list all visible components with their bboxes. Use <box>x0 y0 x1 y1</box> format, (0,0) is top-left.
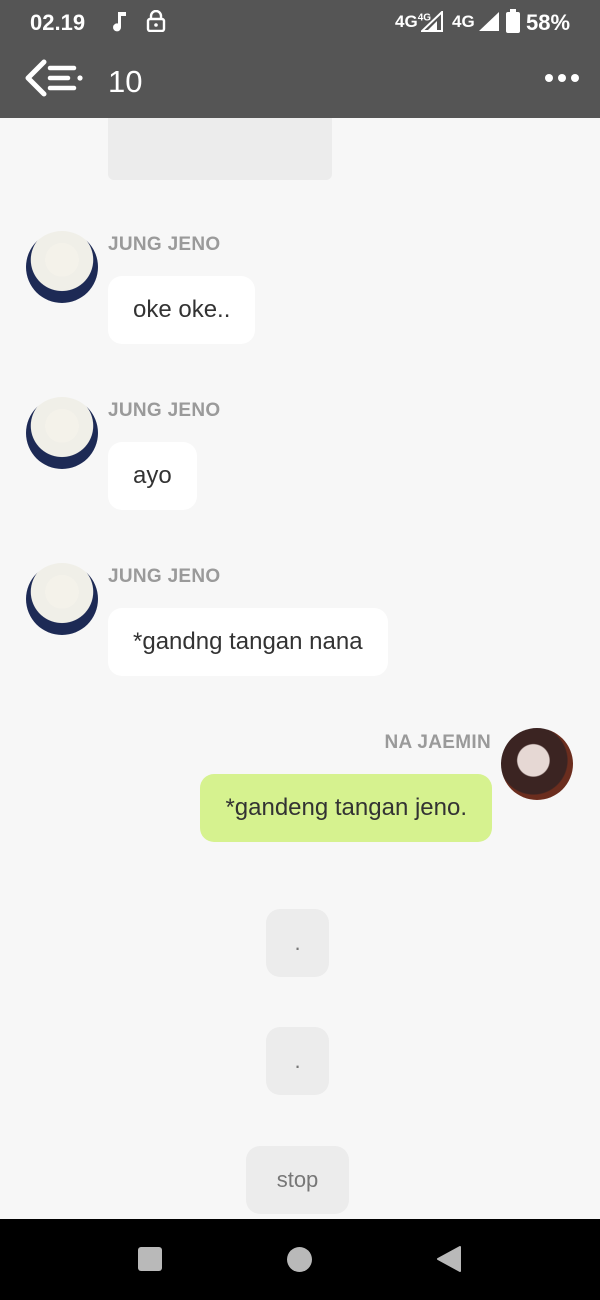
message-bubble[interactable]: ayo <box>108 442 197 510</box>
system-message: . <box>266 909 329 977</box>
status-bar: 02.19 4G4G 4G 58% <box>0 0 600 44</box>
back-menu-icon[interactable] <box>24 58 86 102</box>
battery-icon <box>506 9 520 33</box>
battery-percent: 58% <box>526 10 571 35</box>
sender-name: JUNG JENO <box>108 400 221 421</box>
app-bar: 10 <box>0 44 600 118</box>
signal-icon <box>479 12 499 31</box>
avatar[interactable] <box>26 231 98 303</box>
avatar[interactable] <box>501 728 573 800</box>
signal-icon <box>421 11 443 32</box>
top-bar: 02.19 4G4G 4G 58% 10 <box>0 0 600 118</box>
navigation-bar <box>0 1219 600 1300</box>
avatar[interactable] <box>26 563 98 635</box>
message-bubble[interactable]: oke oke.. <box>108 276 256 344</box>
chat-title: 10 <box>108 64 143 99</box>
more-dots-icon[interactable] <box>544 72 580 84</box>
previous-message-card <box>108 118 332 180</box>
message-bubble[interactable]: *gandng tangan nana <box>108 608 388 676</box>
recents-icon[interactable] <box>138 1247 162 1271</box>
sender-name: JUNG JENO <box>108 234 221 255</box>
system-message: . <box>266 1027 329 1095</box>
sender-name: JUNG JENO <box>108 566 221 587</box>
avatar[interactable] <box>26 397 98 469</box>
status-time: 02.19 <box>30 10 86 35</box>
message-bubble[interactable]: *gandeng tangan jeno. <box>200 774 492 842</box>
home-icon[interactable] <box>287 1247 312 1272</box>
network-type-2: 4G <box>452 12 475 31</box>
music-note-icon <box>113 12 126 32</box>
sender-name: NA JAEMIN <box>384 732 491 753</box>
lock-icon <box>146 10 166 32</box>
system-message: stop <box>246 1146 349 1214</box>
back-triangle-icon[interactable] <box>436 1245 462 1273</box>
